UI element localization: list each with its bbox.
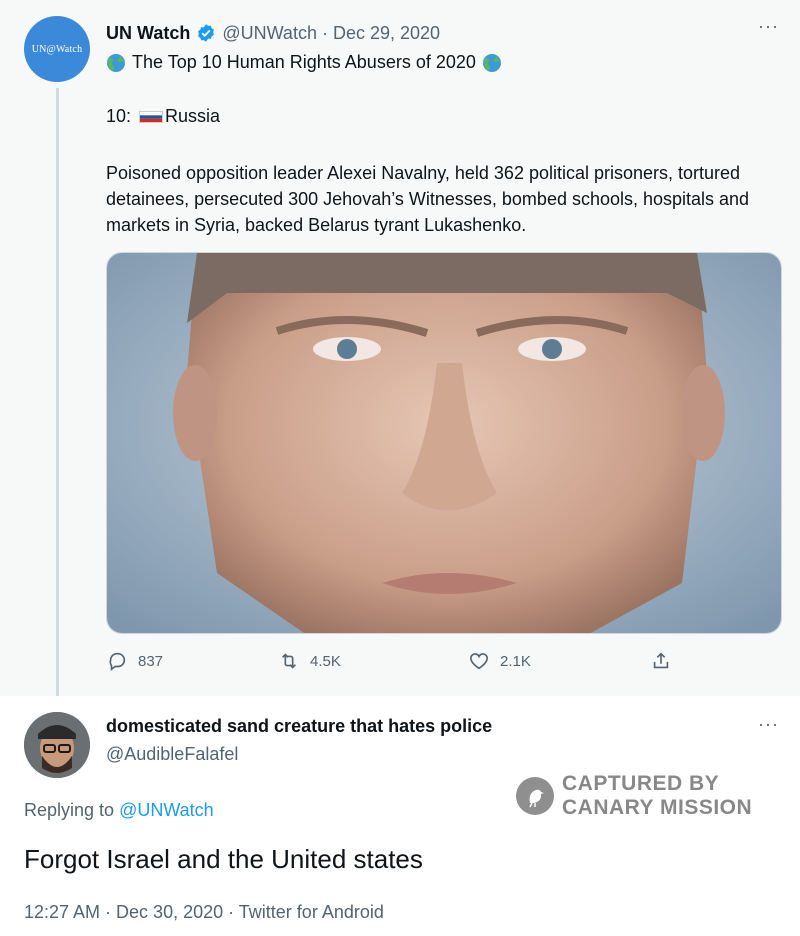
- tweet-actions: 837 4.5K 2.1K: [106, 650, 686, 676]
- russia-flag-icon: [139, 110, 164, 123]
- rank-line: 10: Russia: [106, 106, 220, 127]
- rank-number: 10:: [106, 106, 132, 126]
- watermark: CAPTURED BY CANARY MISSION: [516, 772, 752, 820]
- reply-author-name[interactable]: domesticated sand creature that hates po…: [106, 716, 492, 737]
- reply-count: 837: [138, 652, 164, 670]
- tweet-body: Poisoned opposition leader Alexei Navaln…: [106, 163, 750, 235]
- reply-button[interactable]: 837: [106, 650, 163, 672]
- separator-dot: ·: [321, 22, 328, 43]
- tweet-photo[interactable]: [106, 252, 782, 634]
- reply-author-handle[interactable]: @AudibleFalafel: [106, 744, 238, 765]
- reply-avatar-image: [24, 712, 90, 778]
- heart-icon: [469, 653, 489, 670]
- replying-to: Replying to @UNWatch: [24, 800, 214, 821]
- portrait-image: [107, 253, 781, 633]
- reply-meta[interactable]: 12:27 AM · Dec 30, 2020 · Twitter for An…: [24, 902, 384, 923]
- globe-emoji-icon: [482, 53, 501, 72]
- watermark-text: CAPTURED BY CANARY MISSION: [562, 772, 752, 820]
- more-options-icon[interactable]: ···: [758, 16, 779, 37]
- watermark-line2: CANARY MISSION: [562, 796, 753, 819]
- replying-prefix: Replying to: [24, 800, 115, 820]
- reply-icon: [109, 652, 126, 671]
- globe-emoji-icon: [107, 53, 125, 72]
- tweet-header: UN Watch @UNWatch · Dec 29, 2020: [106, 20, 440, 46]
- author-handle[interactable]: @UNWatch: [222, 23, 317, 44]
- tweet-title-line: The Top 10 Human Rights Abusers of 2020: [106, 52, 502, 73]
- retweet-count: 4.5K: [310, 652, 341, 670]
- like-count: 2.1K: [500, 652, 531, 670]
- thread-connector: [56, 88, 59, 708]
- watermark-line1: CAPTURED BY: [562, 772, 720, 795]
- retweet-button[interactable]: 4.5K: [278, 650, 341, 672]
- avatar-logo-text: UN@Watch: [31, 43, 83, 55]
- verified-badge-icon: [198, 24, 215, 42]
- canary-bird-icon: [516, 777, 554, 815]
- like-button[interactable]: 2.1K: [468, 650, 531, 672]
- tweet-title-text: The Top 10 Human Rights Abusers of 2020: [132, 52, 476, 72]
- reply-text: Forgot Israel and the United states: [24, 844, 423, 874]
- avatar[interactable]: UN@Watch: [24, 16, 90, 82]
- retweet-icon: [281, 653, 297, 669]
- share-icon: [653, 652, 669, 669]
- more-options-icon[interactable]: ···: [758, 714, 779, 735]
- share-button[interactable]: [650, 650, 672, 672]
- avatar[interactable]: [24, 712, 90, 778]
- rank-country: Russia: [165, 106, 221, 126]
- replying-to-link[interactable]: @UNWatch: [119, 800, 214, 820]
- tweet-date[interactable]: Dec 29, 2020: [333, 23, 440, 44]
- author-name[interactable]: UN Watch: [106, 23, 190, 44]
